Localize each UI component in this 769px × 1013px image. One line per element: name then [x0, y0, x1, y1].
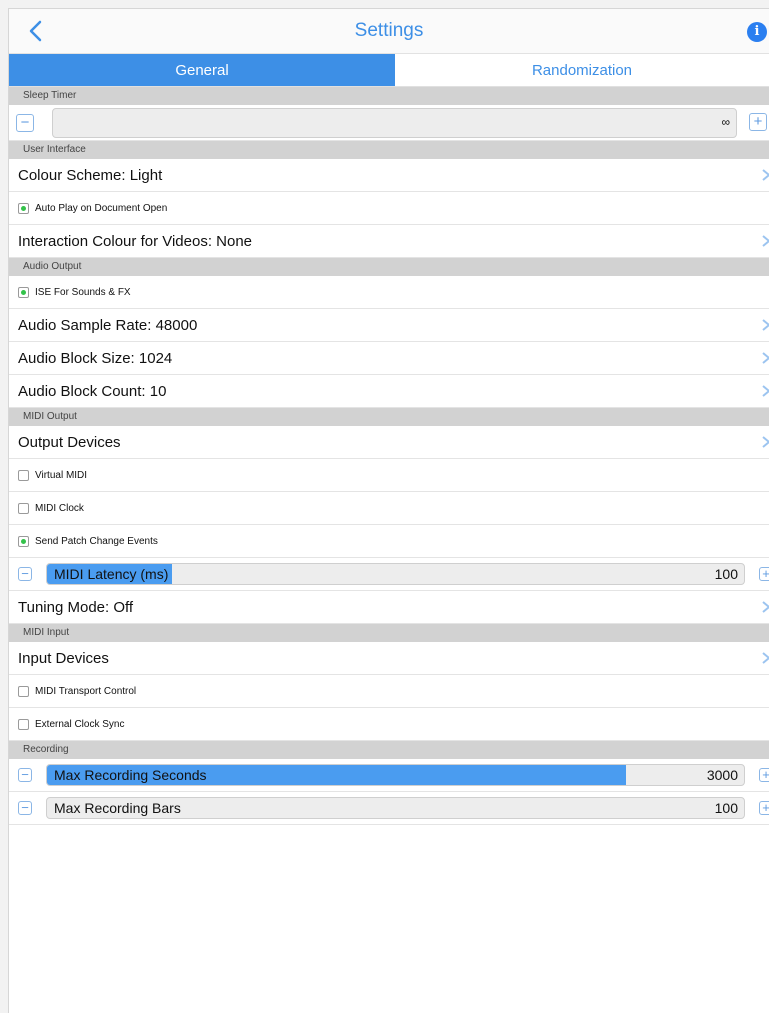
- colour-scheme-row[interactable]: Colour Scheme: Light: [9, 159, 769, 192]
- sleep-timer-decrement-button[interactable]: −: [16, 113, 34, 132]
- auto-play-row[interactable]: Auto Play on Document Open: [9, 192, 769, 225]
- ise-row[interactable]: ISE For Sounds & FX: [9, 276, 769, 309]
- midi-latency-value: 100: [714, 566, 738, 582]
- chevron-right-icon: [762, 385, 769, 397]
- info-icon[interactable]: i: [747, 22, 767, 42]
- section-header-user-interface: User Interface: [9, 141, 769, 159]
- tuning-mode-label: Tuning Mode: Off: [18, 598, 134, 616]
- transport-control-row[interactable]: MIDI Transport Control: [9, 675, 769, 708]
- interaction-colour-label: Interaction Colour for Videos: None: [18, 232, 253, 250]
- tuning-mode-row[interactable]: Tuning Mode: Off: [9, 591, 769, 624]
- chevron-right-icon: [762, 436, 769, 448]
- transport-control-checkbox[interactable]: [18, 685, 29, 697]
- max-seconds-value: 3000: [706, 767, 738, 783]
- max-seconds-slider[interactable]: Max Recording Seconds 3000: [46, 764, 745, 786]
- sleep-timer-increment-button[interactable]: +: [749, 113, 767, 131]
- max-bars-increment-button[interactable]: +: [759, 801, 769, 815]
- max-bars-value: 100: [714, 800, 738, 816]
- virtual-midi-label: Virtual MIDI: [35, 469, 88, 481]
- max-seconds-decrement-button[interactable]: −: [18, 768, 32, 782]
- nav-bar: Settings i: [9, 9, 769, 54]
- input-devices-row[interactable]: Input Devices: [9, 642, 769, 675]
- max-bars-stepper: − Max Recording Bars 100 +: [9, 792, 769, 825]
- sample-rate-label: Audio Sample Rate: 48000: [18, 316, 198, 334]
- max-seconds-stepper: − Max Recording Seconds 3000 +: [9, 759, 769, 792]
- max-bars-label: Max Recording Bars: [54, 800, 181, 816]
- external-clock-label: External Clock Sync: [35, 718, 125, 730]
- midi-latency-increment-button[interactable]: +: [759, 567, 769, 581]
- midi-latency-slider[interactable]: MIDI Latency (ms) 100: [46, 563, 745, 585]
- max-bars-decrement-button[interactable]: −: [18, 801, 32, 815]
- ise-label: ISE For Sounds & FX: [35, 286, 131, 298]
- tab-bar: General Randomization: [9, 54, 769, 87]
- chevron-right-icon: [762, 601, 769, 613]
- output-devices-label: Output Devices: [18, 433, 121, 451]
- colour-scheme-label: Colour Scheme: Light: [18, 166, 163, 184]
- transport-control-label: MIDI Transport Control: [35, 685, 137, 697]
- tab-randomization[interactable]: Randomization: [395, 54, 769, 86]
- output-devices-row[interactable]: Output Devices: [9, 426, 769, 459]
- chevron-right-icon: [762, 169, 769, 181]
- max-bars-slider[interactable]: Max Recording Bars 100: [46, 797, 745, 819]
- sample-rate-row[interactable]: Audio Sample Rate: 48000: [9, 309, 769, 342]
- tab-general[interactable]: General: [9, 54, 395, 86]
- block-count-row[interactable]: Audio Block Count: 10: [9, 375, 769, 408]
- block-size-label: Audio Block Size: 1024: [18, 349, 173, 367]
- settings-panel: Settings i General Randomization Sleep T…: [8, 8, 769, 1013]
- external-clock-row[interactable]: External Clock Sync: [9, 708, 769, 741]
- sleep-timer-field[interactable]: ∞: [52, 108, 737, 138]
- chevron-right-icon: [762, 352, 769, 364]
- section-header-sleep-timer: Sleep Timer: [9, 87, 769, 105]
- input-devices-label: Input Devices: [18, 649, 109, 667]
- patch-change-row[interactable]: Send Patch Change Events: [9, 525, 769, 558]
- midi-latency-stepper: − MIDI Latency (ms) 100 +: [9, 558, 769, 591]
- virtual-midi-checkbox[interactable]: [18, 469, 29, 481]
- midi-clock-label: MIDI Clock: [35, 502, 84, 514]
- interaction-colour-row[interactable]: Interaction Colour for Videos: None: [9, 225, 769, 258]
- midi-clock-checkbox[interactable]: [18, 502, 29, 514]
- chevron-right-icon: [762, 319, 769, 331]
- auto-play-checkbox[interactable]: [18, 202, 29, 214]
- block-count-label: Audio Block Count: 10: [18, 382, 167, 400]
- page-title: Settings: [354, 20, 424, 41]
- block-size-row[interactable]: Audio Block Size: 1024: [9, 342, 769, 375]
- section-header-recording: Recording: [9, 741, 769, 759]
- midi-latency-decrement-button[interactable]: −: [18, 567, 32, 581]
- midi-clock-row[interactable]: MIDI Clock: [9, 492, 769, 525]
- section-header-audio-output: Audio Output: [9, 258, 769, 276]
- max-seconds-label: Max Recording Seconds: [54, 767, 207, 783]
- section-header-midi-input: MIDI Input: [9, 624, 769, 642]
- virtual-midi-row[interactable]: Virtual MIDI: [9, 459, 769, 492]
- sleep-timer-stepper: − ∞ +: [9, 105, 769, 141]
- chevron-right-icon: [762, 235, 769, 247]
- external-clock-checkbox[interactable]: [18, 718, 29, 730]
- ise-checkbox[interactable]: [18, 286, 29, 298]
- section-header-midi-output: MIDI Output: [9, 408, 769, 426]
- max-seconds-increment-button[interactable]: +: [759, 768, 769, 782]
- patch-change-checkbox[interactable]: [18, 535, 29, 547]
- patch-change-label: Send Patch Change Events: [35, 535, 158, 547]
- chevron-right-icon: [762, 652, 769, 664]
- midi-latency-label: MIDI Latency (ms): [54, 566, 169, 582]
- sleep-timer-value: ∞: [721, 115, 730, 129]
- auto-play-label: Auto Play on Document Open: [35, 202, 168, 214]
